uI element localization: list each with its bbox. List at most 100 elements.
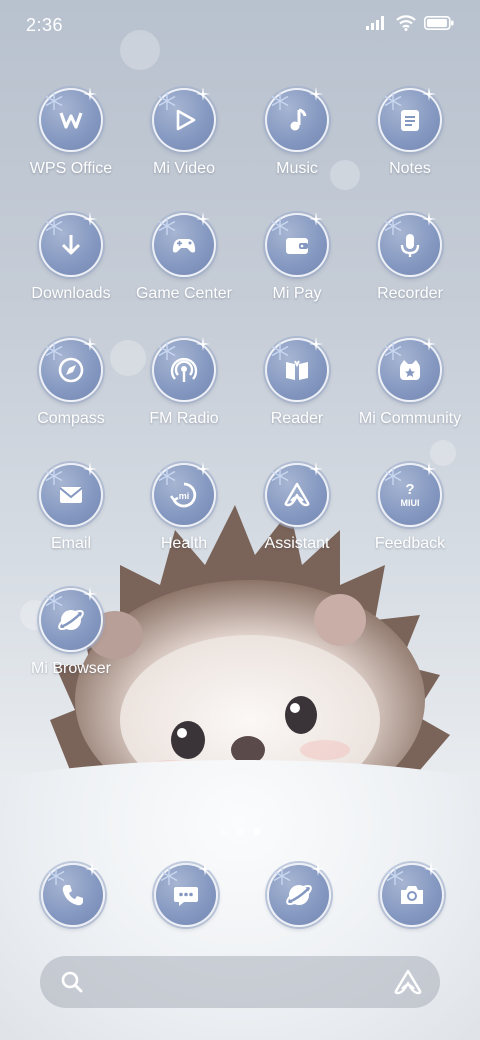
sparkle-decoration-icon (83, 212, 97, 226)
app-downloads[interactable]: Downloads (16, 212, 126, 303)
app-icon-frame[interactable] (378, 212, 442, 277)
app-icon-frame[interactable]: mi (152, 462, 216, 527)
app-label: Game Center (135, 285, 233, 302)
app-label: Notes (389, 160, 431, 177)
snowflake-decoration-icon (45, 342, 63, 360)
app-icon-frame[interactable] (378, 337, 442, 402)
svg-text:mi: mi (179, 491, 190, 501)
app-label: Mi Pay (272, 285, 322, 302)
dock-icon-frame[interactable] (267, 862, 331, 927)
app-mi-browser[interactable]: Mi Browser (16, 587, 126, 678)
sparkle-decoration-icon (196, 462, 210, 476)
app-label: Mi Video (153, 160, 215, 177)
snowflake-decoration-icon (158, 92, 176, 110)
app-icon-frame[interactable] (152, 87, 216, 152)
sparkle-decoration-icon (85, 862, 99, 876)
sparkle-decoration-icon (83, 587, 97, 601)
app-label: FM Radio (149, 410, 219, 427)
sparkle-decoration-icon (83, 462, 97, 476)
app-icon-frame[interactable] (39, 337, 103, 402)
sparkle-decoration-icon (83, 337, 97, 351)
app-icon-frame[interactable] (265, 212, 329, 277)
sparkle-decoration-icon (196, 87, 210, 101)
app-mi-video[interactable]: Mi Video (129, 87, 239, 178)
app-email[interactable]: Email (16, 462, 126, 553)
snowflake-decoration-icon (271, 217, 289, 235)
app-label: WPS Office (29, 160, 113, 177)
app-assistant[interactable]: Assistant (242, 462, 352, 553)
sparkle-decoration-icon (196, 337, 210, 351)
snowflake-decoration-icon (384, 217, 402, 235)
app-feedback[interactable]: ? MIUI Feedback (355, 462, 465, 553)
app-label: Health (160, 535, 208, 552)
app-icon-frame[interactable] (265, 462, 329, 527)
sparkle-decoration-icon (309, 337, 323, 351)
search-icon[interactable] (60, 970, 84, 994)
sparkle-decoration-icon (309, 462, 323, 476)
battery-icon (424, 16, 454, 30)
snowflake-decoration-icon (158, 217, 176, 235)
app-reader[interactable]: Reader (242, 337, 352, 428)
snowflake-decoration-icon (386, 867, 404, 885)
sparkle-decoration-icon (309, 212, 323, 226)
cellular-signal-icon (366, 16, 384, 30)
app-notes[interactable]: Notes (355, 87, 465, 178)
snowflake-decoration-icon (160, 867, 178, 885)
status-bar: 2:36 (0, 0, 480, 50)
snowflake-decoration-icon (271, 467, 289, 485)
app-label: Reader (270, 410, 324, 427)
snowflake-decoration-icon (158, 342, 176, 360)
app-compass[interactable]: Compass (16, 337, 126, 428)
page-dot-2-active[interactable] (253, 828, 260, 835)
app-icon-frame[interactable] (39, 212, 103, 277)
app-icon-frame[interactable] (152, 337, 216, 402)
app-label: Email (50, 535, 91, 552)
app-music[interactable]: Music (242, 87, 352, 178)
snowflake-decoration-icon (384, 342, 402, 360)
dock-phone[interactable] (41, 862, 105, 927)
app-mi-community[interactable]: Mi Community (355, 337, 465, 428)
page-dot-1[interactable] (237, 828, 244, 835)
assistant-icon[interactable] (394, 969, 422, 995)
sparkle-decoration-icon (422, 462, 436, 476)
page-list-indicator[interactable] (220, 828, 228, 835)
app-icon-frame[interactable] (378, 87, 442, 152)
dock-icon-frame[interactable] (41, 862, 105, 927)
dock-icon-frame[interactable] (154, 862, 218, 927)
app-icon-frame[interactable] (39, 587, 103, 652)
status-time: 2:36 (26, 15, 64, 35)
app-icon-frame[interactable] (39, 462, 103, 527)
app-icon-frame[interactable] (152, 212, 216, 277)
snowflake-decoration-icon (47, 867, 65, 885)
snowflake-decoration-icon (45, 217, 63, 235)
app-label: Mi Browser (30, 660, 111, 677)
app-recorder[interactable]: Recorder (355, 212, 465, 303)
app-icon-frame[interactable]: ? MIUI (378, 462, 442, 527)
app-label: Assistant (264, 535, 330, 552)
search-bar[interactable] (40, 956, 440, 1008)
app-icon-frame[interactable] (265, 87, 329, 152)
app-mi-pay[interactable]: Mi Pay (242, 212, 352, 303)
wifi-icon (396, 15, 416, 31)
app-icon-frame[interactable] (265, 337, 329, 402)
sparkle-decoration-icon (83, 87, 97, 101)
snowflake-decoration-icon (384, 467, 402, 485)
svg-text:MIUI: MIUI (401, 498, 420, 508)
dock-camera[interactable] (380, 862, 444, 927)
dock-icon-frame[interactable] (380, 862, 444, 927)
app-fm-radio[interactable]: FM Radio (129, 337, 239, 428)
snowflake-decoration-icon (45, 592, 63, 610)
snowflake-decoration-icon (384, 92, 402, 110)
app-wps-office[interactable]: WPS Office (16, 87, 126, 178)
sparkle-decoration-icon (309, 87, 323, 101)
app-icon-frame[interactable] (39, 87, 103, 152)
dock-browser[interactable] (267, 862, 331, 927)
app-game-center[interactable]: Game Center (129, 212, 239, 303)
dock-messages[interactable] (154, 862, 218, 927)
page-indicator (0, 828, 480, 835)
app-health[interactable]: mi Health (129, 462, 239, 553)
sparkle-decoration-icon (422, 337, 436, 351)
sparkle-decoration-icon (196, 212, 210, 226)
svg-text:?: ? (405, 481, 414, 498)
snowflake-decoration-icon (271, 342, 289, 360)
